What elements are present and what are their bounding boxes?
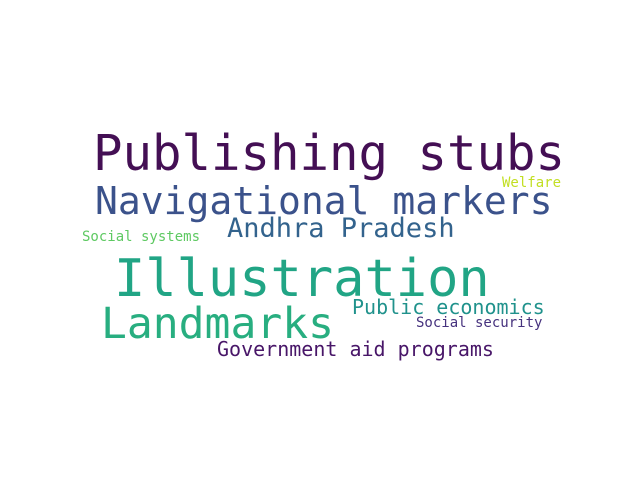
word-public-economics: Public economics (352, 295, 545, 319)
word-government-aid-programs: Government aid programs (217, 337, 494, 361)
word-social-security: Social security (416, 315, 543, 331)
word-cloud: Publishing stubs Navigational markers We… (0, 0, 640, 480)
word-publishing-stubs: Publishing stubs (93, 125, 566, 182)
word-andhra-pradesh: Andhra Pradesh (227, 213, 455, 244)
word-welfare: Welfare (502, 175, 562, 191)
word-social-systems: Social systems (82, 229, 201, 245)
